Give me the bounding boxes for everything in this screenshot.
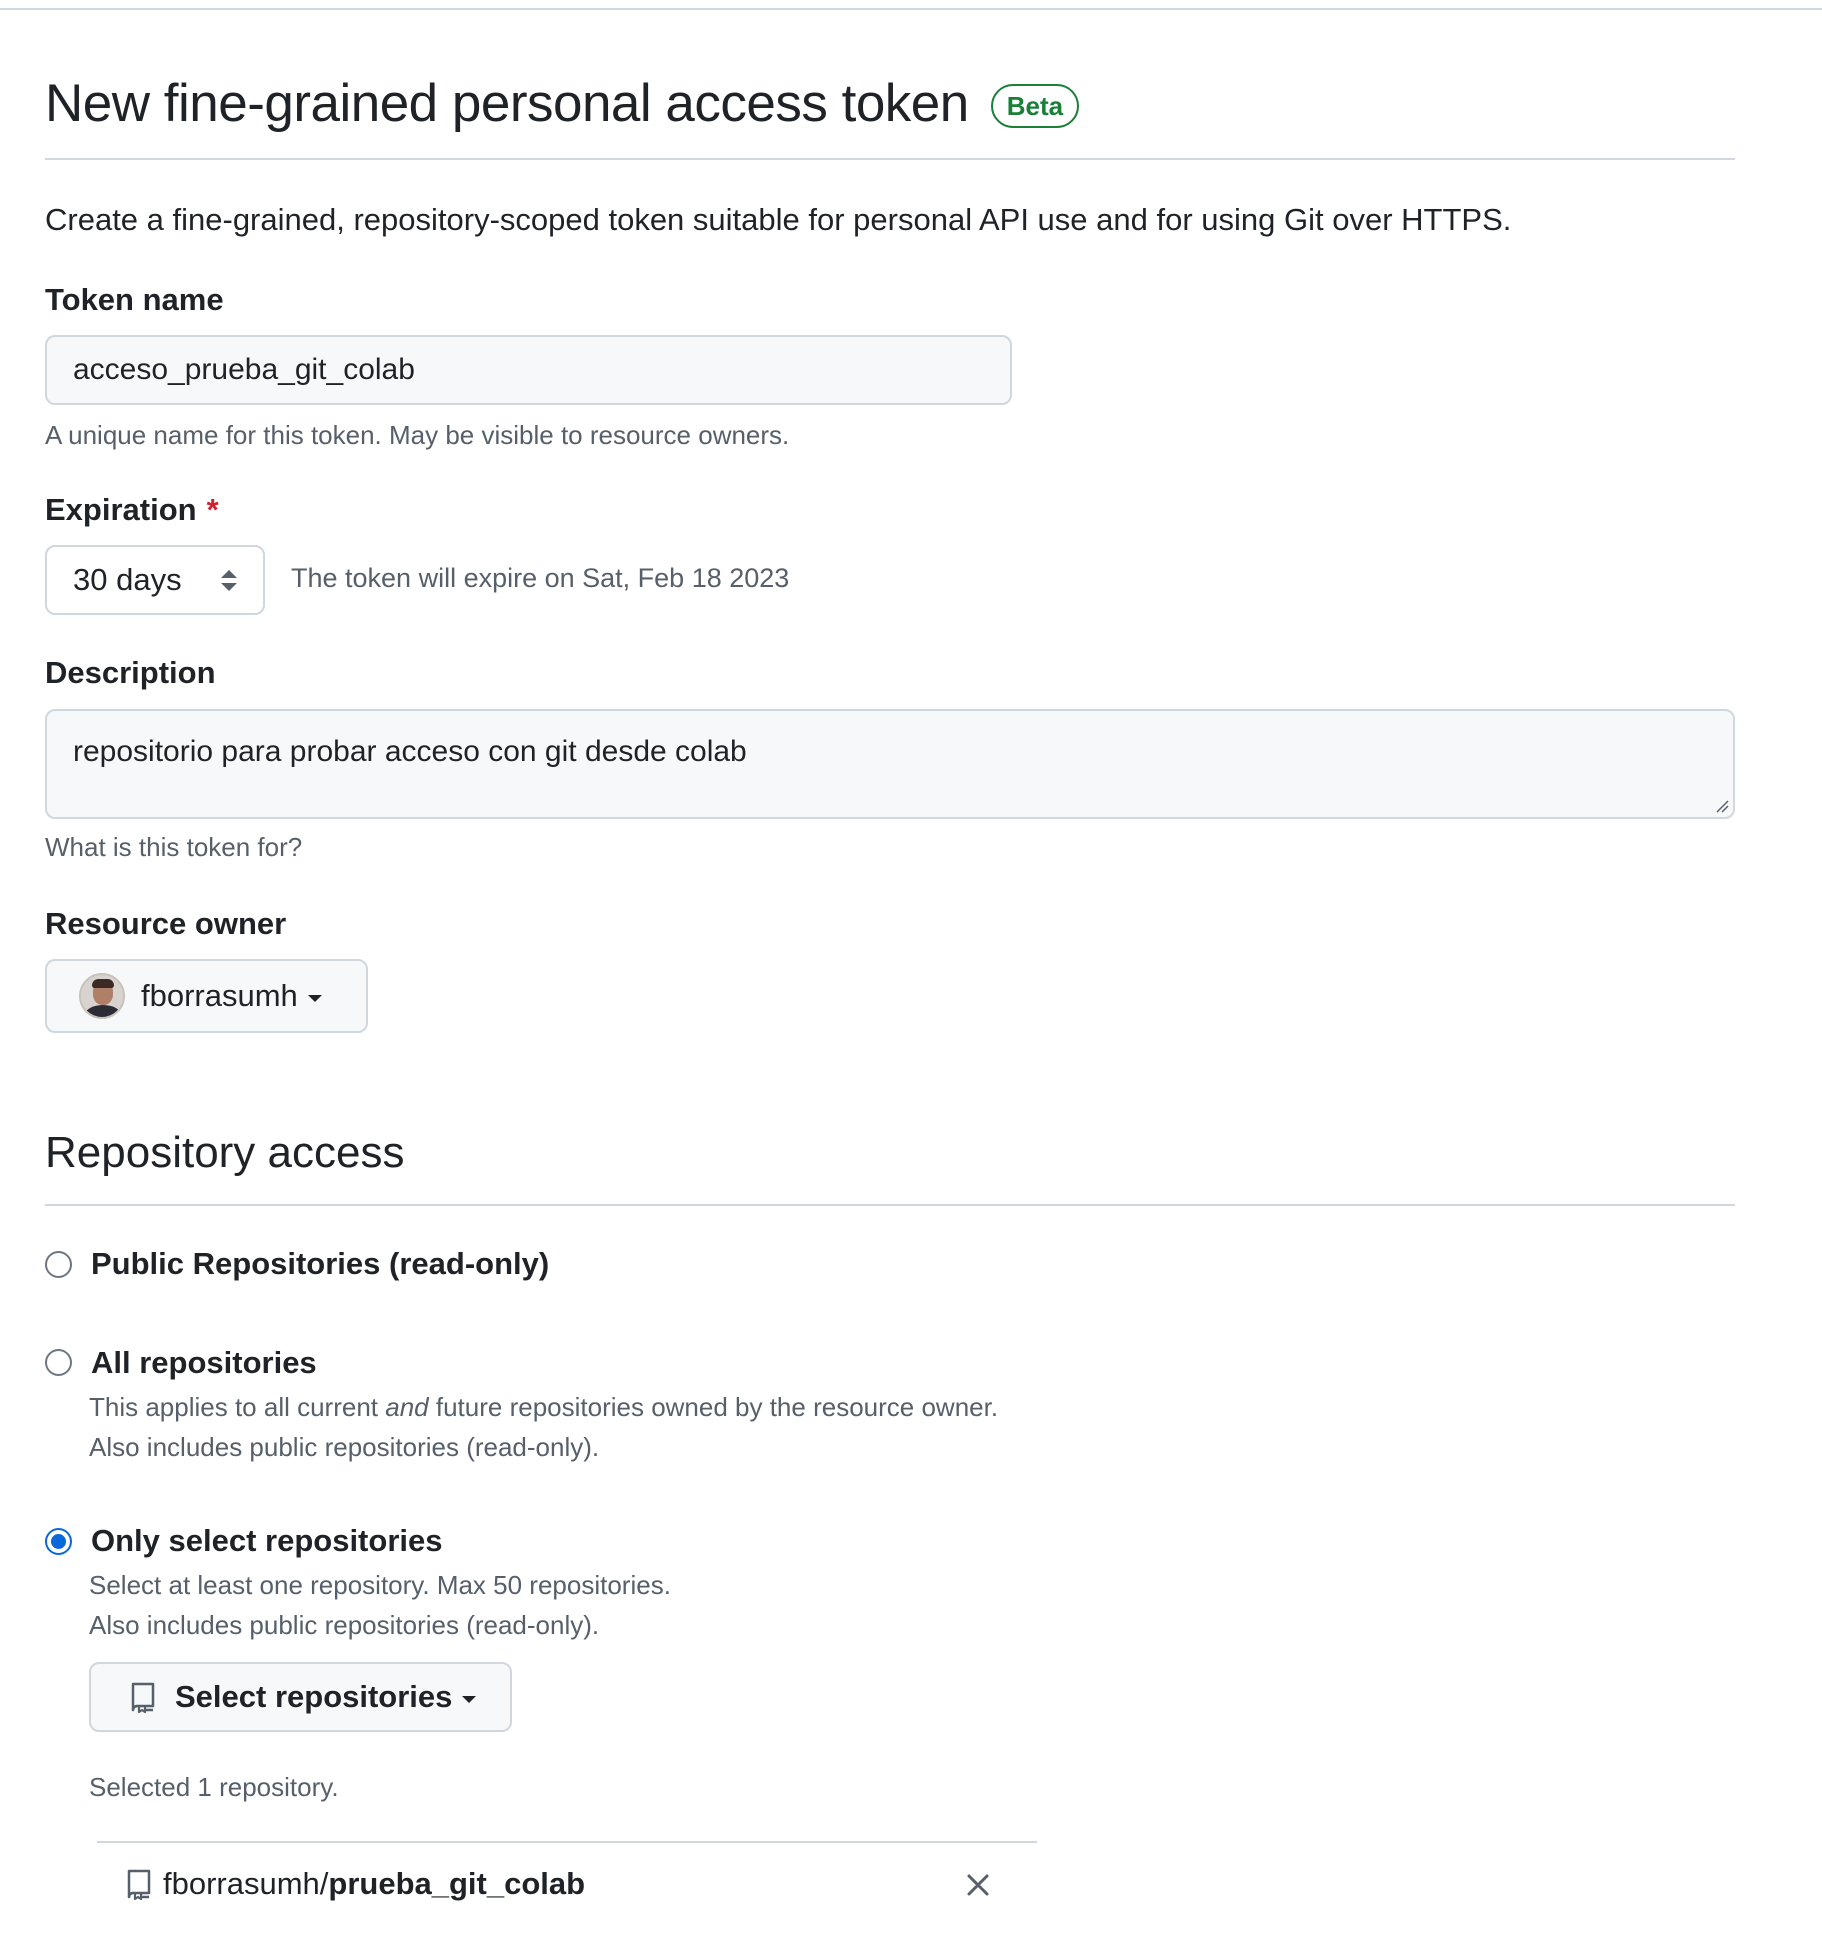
expiration-note: The token will expire on Sat, Feb 18 202… — [291, 563, 790, 593]
token-name-input[interactable]: acceso_prueba_git_colab — [45, 335, 1012, 405]
caret-down-icon — [462, 1695, 477, 1703]
title-row: New fine-grained personal access token B… — [45, 72, 1080, 136]
top-divider — [0, 8, 1822, 10]
option-select-label[interactable]: Only select repositories — [91, 1523, 442, 1559]
option-all-note2: Also includes public repositories (read-… — [89, 1432, 600, 1462]
description-hint: What is this token for? — [45, 832, 303, 862]
avatar — [79, 973, 125, 1019]
description-value: repositorio para probar acceso con git d… — [73, 735, 747, 768]
resource-owner-value: fborrasumh — [141, 978, 298, 1013]
x-icon[interactable] — [965, 1872, 991, 1898]
expiration-value: 30 days — [73, 562, 182, 597]
beta-badge: Beta — [990, 84, 1080, 128]
token-name-hint: A unique name for this token. May be vis… — [45, 420, 790, 450]
repo-icon — [131, 1682, 155, 1713]
option-select-note2: Also includes public repositories (read-… — [89, 1610, 600, 1640]
repo-name: fborrasumh/prueba_git_colab — [163, 1866, 586, 1901]
option-all-note: This applies to all current and future r… — [89, 1392, 999, 1422]
token-name-value: acceso_prueba_git_colab — [73, 353, 415, 386]
selected-list-divider — [97, 1841, 1037, 1843]
radio-only-select-repositories[interactable] — [45, 1528, 72, 1555]
resource-owner-button[interactable]: fborrasumh — [45, 959, 368, 1033]
resource-owner-label: Resource owner — [45, 906, 287, 941]
expiration-select[interactable]: 30 days — [45, 545, 265, 615]
repo-icon — [127, 1869, 151, 1900]
required-mark: * — [206, 492, 219, 527]
radio-all-repositories[interactable] — [45, 1349, 72, 1376]
expiration-label: Expiration * — [45, 492, 219, 528]
description-textarea[interactable]: repositorio para probar acceso con git d… — [45, 709, 1735, 819]
description-label: Description — [45, 655, 216, 690]
option-select-note: Select at least one repository. Max 50 r… — [89, 1570, 671, 1600]
option-public-label[interactable]: Public Repositories (read-only) — [91, 1246, 549, 1282]
selected-count: Selected 1 repository. — [89, 1772, 339, 1802]
intro-text: Create a fine-grained, repository-scoped… — [45, 202, 1512, 237]
section-divider — [45, 1204, 1735, 1206]
select-repositories-button[interactable]: Select repositories — [89, 1662, 512, 1732]
page-title: New fine-grained personal access token — [45, 74, 969, 133]
token-name-label: Token name — [45, 282, 224, 317]
up-down-caret-icon — [221, 569, 237, 591]
caret-down-icon — [307, 994, 322, 1002]
radio-public-repositories[interactable] — [45, 1251, 72, 1278]
repository-access-title: Repository access — [45, 1128, 405, 1177]
resize-grip-icon[interactable] — [1713, 797, 1729, 813]
expiration-label-text: Expiration — [45, 492, 197, 527]
select-repositories-label: Select repositories — [175, 1679, 453, 1714]
list-item: fborrasumh/prueba_git_colab — [125, 1866, 585, 1902]
title-divider — [45, 158, 1735, 160]
option-all-label[interactable]: All repositories — [91, 1345, 317, 1381]
